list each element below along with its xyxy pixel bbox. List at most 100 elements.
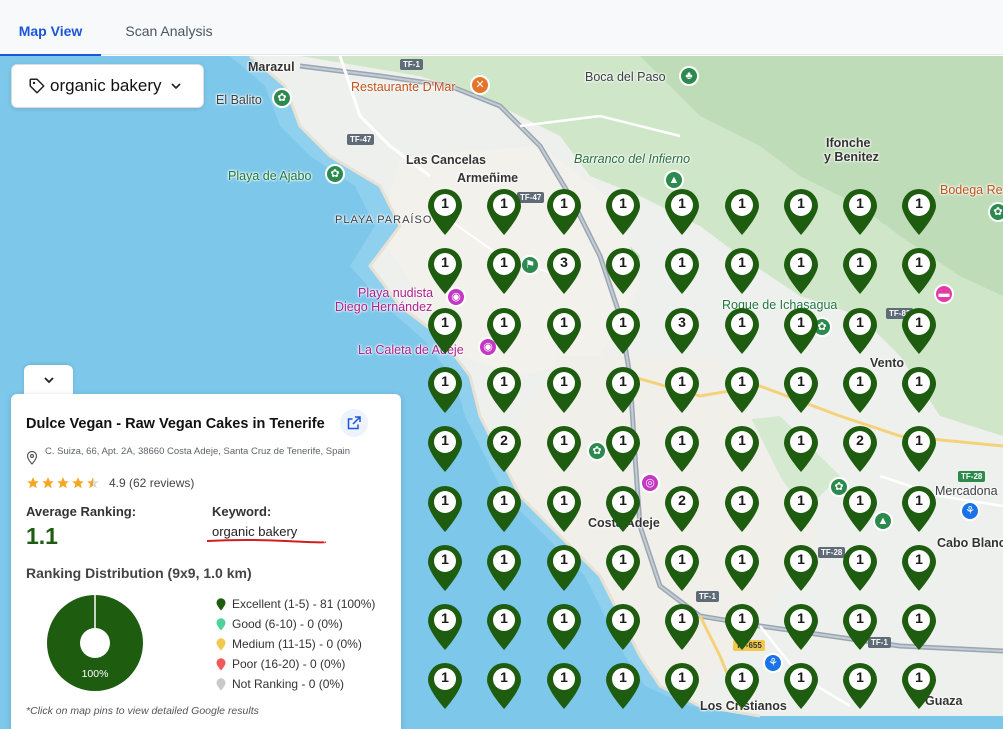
ranking-pin[interactable]: 1 (782, 307, 820, 355)
ranking-pin[interactable]: 1 (485, 366, 523, 414)
ranking-pin-value: 1 (619, 314, 627, 330)
ranking-pin[interactable]: 1 (900, 544, 938, 592)
tree-icon[interactable]: ▲ (664, 170, 684, 190)
ranking-pin[interactable]: 1 (485, 247, 523, 295)
ranking-pin[interactable]: 1 (663, 544, 701, 592)
ranking-pin[interactable]: 1 (663, 662, 701, 710)
ranking-pin[interactable]: 2 (841, 425, 879, 473)
ranking-pin[interactable]: 3 (663, 307, 701, 355)
ranking-pin[interactable]: 1 (841, 662, 879, 710)
park-icon[interactable]: ✿ (988, 202, 1003, 222)
ranking-pin[interactable]: 1 (723, 188, 761, 236)
ranking-pin[interactable]: 1 (604, 247, 642, 295)
ranking-pin[interactable]: 1 (663, 247, 701, 295)
ranking-pin[interactable]: 1 (841, 366, 879, 414)
ranking-pin-value: 1 (560, 195, 568, 211)
ranking-pin[interactable]: 1 (426, 544, 464, 592)
ranking-pin[interactable]: 1 (723, 366, 761, 414)
park-icon[interactable]: ✿ (325, 164, 345, 184)
ranking-pin[interactable]: 1 (604, 366, 642, 414)
keyword-selector[interactable]: organic bakery (11, 64, 204, 108)
ranking-pin[interactable]: 1 (900, 603, 938, 651)
ranking-pin[interactable]: 1 (841, 307, 879, 355)
golf-icon[interactable]: ⚑ (520, 255, 540, 275)
ranking-pin[interactable]: 1 (900, 247, 938, 295)
ranking-pin[interactable]: 1 (485, 603, 523, 651)
ranking-pin[interactable]: 1 (545, 366, 583, 414)
ranking-pin[interactable]: 1 (782, 485, 820, 533)
ranking-pin[interactable]: 1 (545, 603, 583, 651)
ranking-pin[interactable]: 1 (426, 307, 464, 355)
ranking-pin[interactable]: 1 (900, 485, 938, 533)
panel-collapse-button[interactable] (24, 365, 73, 395)
tab-map-view[interactable]: Map View (0, 0, 101, 56)
ranking-pin[interactable]: 2 (663, 485, 701, 533)
ranking-pin[interactable]: 1 (900, 425, 938, 473)
ranking-pin[interactable]: 3 (545, 247, 583, 295)
ranking-pin[interactable]: 1 (604, 662, 642, 710)
ranking-pin[interactable]: 1 (841, 544, 879, 592)
ranking-pin[interactable]: 1 (426, 485, 464, 533)
ranking-pin[interactable]: 1 (723, 603, 761, 651)
park-icon[interactable]: ✿ (272, 88, 292, 108)
ranking-pin[interactable]: 1 (485, 662, 523, 710)
ranking-pin[interactable]: 1 (545, 188, 583, 236)
ranking-pin[interactable]: 1 (545, 662, 583, 710)
ranking-pin-value: 1 (560, 492, 568, 508)
ranking-pin[interactable]: 1 (426, 247, 464, 295)
ranking-pin[interactable]: 1 (485, 544, 523, 592)
ranking-pin[interactable]: 1 (663, 188, 701, 236)
ranking-pin[interactable]: 1 (426, 425, 464, 473)
ranking-pin[interactable]: 1 (900, 188, 938, 236)
ranking-pin[interactable]: 1 (604, 425, 642, 473)
ranking-pin[interactable]: 1 (782, 366, 820, 414)
ranking-pin[interactable]: 1 (604, 485, 642, 533)
ranking-pin[interactable]: 1 (782, 247, 820, 295)
ranking-pin[interactable]: 1 (900, 366, 938, 414)
ranking-pin[interactable]: 1 (782, 662, 820, 710)
ranking-pin[interactable]: 1 (604, 544, 642, 592)
ranking-pin[interactable]: 1 (545, 307, 583, 355)
ranking-pin[interactable]: 1 (604, 307, 642, 355)
ranking-pin[interactable]: 1 (663, 603, 701, 651)
ranking-pin[interactable]: 1 (545, 425, 583, 473)
ranking-pin[interactable]: 1 (841, 603, 879, 651)
keyword-underline (206, 539, 326, 544)
park-icon[interactable]: ♣ (679, 66, 699, 86)
ranking-pin[interactable]: 1 (545, 544, 583, 592)
ranking-pin[interactable]: 1 (841, 485, 879, 533)
ranking-pin[interactable]: 1 (723, 544, 761, 592)
ranking-pin[interactable]: 1 (723, 307, 761, 355)
ranking-pin[interactable]: 1 (663, 366, 701, 414)
shopping-cart-icon[interactable]: ⚘ (763, 653, 783, 673)
ranking-pin[interactable]: 1 (782, 544, 820, 592)
shopping-cart-icon[interactable]: ⚘ (960, 501, 980, 521)
ranking-pin[interactable]: 1 (663, 425, 701, 473)
ranking-pin[interactable]: 1 (426, 188, 464, 236)
ranking-pin[interactable]: 1 (604, 188, 642, 236)
ranking-pin[interactable]: 1 (426, 662, 464, 710)
ranking-pin[interactable]: 1 (900, 307, 938, 355)
waterpark-icon[interactable]: ◎ (640, 473, 660, 493)
ranking-pin[interactable]: 1 (841, 247, 879, 295)
ranking-pin[interactable]: 1 (426, 603, 464, 651)
ranking-pin[interactable]: 1 (545, 485, 583, 533)
ranking-pin[interactable]: 1 (723, 485, 761, 533)
external-link-button[interactable] (340, 409, 368, 437)
ranking-pin[interactable]: 1 (782, 188, 820, 236)
ranking-pin[interactable]: 1 (485, 485, 523, 533)
ranking-pin[interactable]: 1 (900, 662, 938, 710)
ranking-pin[interactable]: 1 (782, 425, 820, 473)
ranking-pin[interactable]: 1 (723, 662, 761, 710)
ranking-pin[interactable]: 1 (782, 603, 820, 651)
tab-scan-analysis[interactable]: Scan Analysis (109, 0, 229, 55)
restaurant-icon[interactable]: ✕ (470, 75, 490, 95)
ranking-pin[interactable]: 2 (485, 425, 523, 473)
ranking-pin[interactable]: 1 (723, 247, 761, 295)
ranking-pin[interactable]: 1 (485, 188, 523, 236)
ranking-pin[interactable]: 1 (841, 188, 879, 236)
ranking-pin[interactable]: 1 (604, 603, 642, 651)
ranking-pin[interactable]: 1 (723, 425, 761, 473)
ranking-pin[interactable]: 1 (485, 307, 523, 355)
ranking-pin[interactable]: 1 (426, 366, 464, 414)
